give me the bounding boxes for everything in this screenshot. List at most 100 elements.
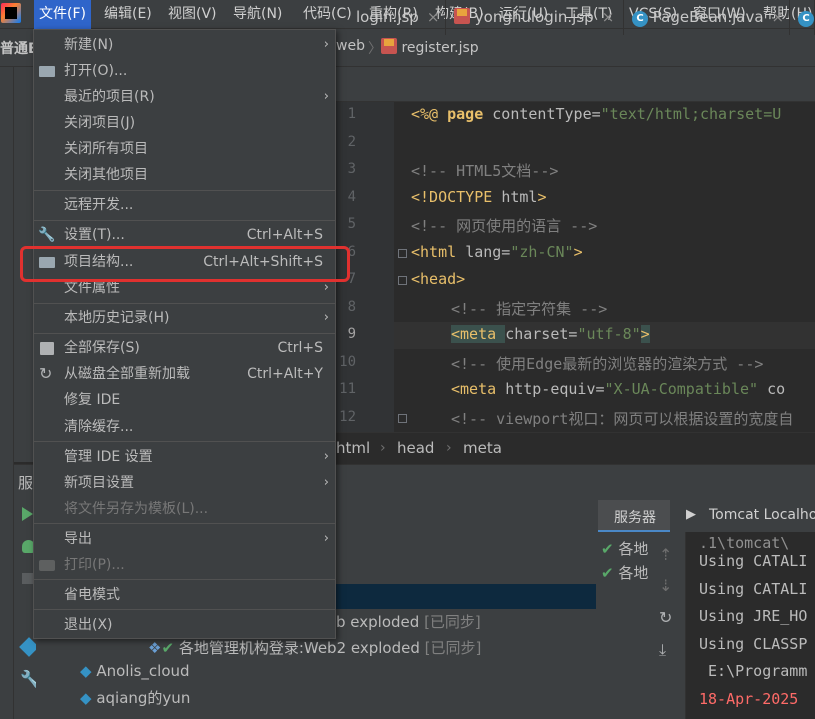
menu-separator [34, 303, 335, 304]
breadcrumb-head[interactable]: head [397, 439, 434, 457]
menu-item-label: 全部保存(S) [64, 340, 140, 356]
menu-item-local-history[interactable]: 本地历史记录(H) › [34, 305, 335, 331]
submenu-arrow-icon: › [323, 449, 329, 464]
tab-label: login.jsp [356, 8, 419, 26]
tab-more[interactable]: C [790, 0, 815, 35]
menu-item-close-all-projects[interactable]: 关闭所有项目 [34, 136, 335, 162]
tree-item-label: aqiang的yun [96, 689, 191, 707]
tree-item-artifact[interactable]: b exploded [已同步] [336, 611, 481, 632]
menu-item-label: 修复 IDE [64, 392, 121, 408]
menu-item-remote-development[interactable]: 远程开发... [34, 192, 335, 218]
line-number: 9 [347, 326, 356, 342]
tab-yonghulogin-jsp[interactable]: yonghulogin.jsp × [446, 0, 624, 35]
selected-tree-row[interactable] [336, 584, 596, 609]
code-token: "text/html;charset=U [600, 105, 782, 123]
menu-item-export[interactable]: 导出 › [34, 526, 335, 552]
tab-label: PageBean.java [652, 8, 764, 26]
menu-navigate[interactable]: 导航(N) [228, 0, 287, 29]
line-number: 8 [347, 299, 356, 315]
server-item[interactable]: ✔ 各地 [601, 538, 648, 559]
menu-item-shortcut: Ctrl+Alt+S [246, 227, 323, 243]
line-number: 3 [347, 161, 356, 177]
check-icon: ✔ [601, 564, 614, 582]
tab-login-jsp[interactable]: login.jsp × [336, 0, 446, 35]
code-line-11: <meta http-equiv="X-UA-Compatible" co [451, 380, 785, 398]
docker-icon: ◆ [80, 689, 92, 707]
menu-item-label: 新建(N) [64, 37, 114, 53]
jsp-file-icon [454, 8, 470, 24]
tree-item-artifact[interactable]: ❖✔ 各地管理机构登录:Web2 exploded [已同步] [148, 637, 481, 658]
code-line-3: <!-- HTML5文档--> [411, 162, 559, 180]
menu-item-print: 打印(P)... [34, 552, 335, 578]
wrench-icon: 🔧 [38, 227, 56, 243]
code-token: > [573, 243, 583, 261]
tab-pagebean-java[interactable]: C PageBean.java × [624, 0, 790, 35]
menu-item-save-all[interactable]: 全部保存(S) Ctrl+S [34, 335, 335, 361]
check-icon: ✔ [161, 639, 175, 657]
menu-item-label: 新项目设置 [64, 475, 134, 491]
close-icon[interactable]: × [772, 8, 785, 26]
menu-item-reload-all-from-disk[interactable]: ↻ 从磁盘全部重新加载 Ctrl+Alt+Y [34, 361, 335, 387]
download-icon[interactable]: ⤓ [659, 640, 666, 660]
menu-view[interactable]: 视图(V) [163, 0, 222, 29]
breadcrumb-html[interactable]: html [336, 439, 370, 457]
menu-item-new-project-setup[interactable]: 新项目设置 › [34, 470, 335, 496]
menu-item-label: 导出 [64, 531, 92, 547]
menu-item-label: 将文件另存为模板(L)... [64, 501, 209, 517]
menu-item-manage-ide-settings[interactable]: 管理 IDE 设置 › [34, 444, 335, 470]
tab-tomcat-localhost[interactable]: Tomcat Localhost [709, 507, 815, 523]
menu-item-label: 远程开发... [64, 197, 134, 213]
code-line-8: <!-- 指定字符集 --> [451, 300, 608, 318]
menu-edit[interactable]: 编辑(E) [99, 0, 157, 29]
menu-item-settings[interactable]: 🔧 设置(T)... Ctrl+Alt+S [34, 222, 335, 248]
menu-item-label: 打开(O)... [64, 63, 128, 79]
server-item-label: 各地 [618, 564, 649, 582]
menu-file[interactable]: 文件(F) [34, 0, 91, 29]
tree-item-label: b exploded [336, 613, 420, 631]
console-line: Using JRE_HO [699, 607, 808, 625]
menu-item-exit[interactable]: 退出(X) [34, 612, 335, 638]
menu-item-label: 退出(X) [64, 617, 113, 633]
fold-marker-icon[interactable] [398, 414, 407, 423]
menu-item-close-project[interactable]: 关闭项目(J) [34, 110, 335, 136]
code-token: <%@ [411, 105, 448, 123]
class-icon: C [632, 11, 648, 27]
menu-item-label: 设置(T)... [64, 227, 125, 243]
console-line: Using CATALI [699, 552, 808, 570]
scroll-down-icon: ⇣ [659, 576, 673, 595]
menu-item-label: 管理 IDE 设置 [64, 449, 153, 465]
folder-icon [39, 66, 55, 77]
close-icon[interactable]: × [602, 8, 615, 26]
code-token: > [537, 188, 547, 206]
breadcrumb-meta[interactable]: meta [463, 439, 502, 457]
tree-item-docker[interactable]: ◆ Anolis_cloud [80, 662, 190, 680]
menu-item-label: 省电模式 [64, 587, 120, 603]
run-icon[interactable] [22, 507, 33, 521]
app-logo-icon[interactable] [1, 3, 21, 23]
server-item-label: 各地 [618, 540, 649, 558]
fold-marker-icon[interactable] [398, 276, 407, 285]
close-icon[interactable]: × [427, 8, 440, 26]
code-line-10: <!-- 使用Edge最新的浏览器的渲染方式 --> [451, 355, 764, 373]
submenu-arrow-icon: › [323, 89, 329, 104]
refresh-icon[interactable]: ↻ [659, 608, 672, 627]
menu-item-repair-ide[interactable]: 修复 IDE [34, 387, 335, 413]
menu-item-new[interactable]: 新建(N) › [34, 32, 335, 58]
console-line: .1\tomcat\ [699, 534, 790, 552]
menu-item-power-save-mode[interactable]: 省电模式 [34, 582, 335, 608]
menu-item-open[interactable]: 打开(O)... [34, 58, 335, 84]
nav-folder[interactable]: web [336, 38, 365, 54]
menu-separator [34, 333, 335, 334]
menu-item-close-other-projects[interactable]: 关闭其他项目 [34, 162, 335, 188]
menu-item-label: 本地历史记录(H) [64, 310, 170, 326]
server-item[interactable]: ✔ 各地 [601, 562, 648, 583]
menu-item-recent-projects[interactable]: 最近的项目(R) › [34, 84, 335, 110]
code-line-5: <!-- 网页使用的语言 --> [411, 217, 598, 235]
nav-file[interactable]: register.jsp [381, 38, 479, 56]
menu-item-label: 关闭其他项目 [64, 167, 148, 183]
sync-status: [已同步] [424, 639, 482, 657]
menu-item-invalidate-caches[interactable]: 清除缓存... [34, 414, 335, 440]
fold-marker-icon[interactable] [398, 249, 407, 258]
menu-item-label: 打印(P)... [64, 557, 125, 573]
tree-item-docker[interactable]: ◆ aqiang的yun [80, 687, 190, 708]
